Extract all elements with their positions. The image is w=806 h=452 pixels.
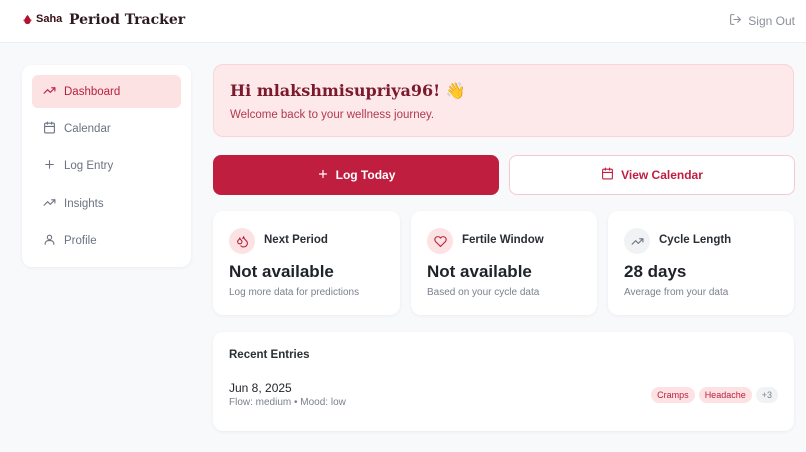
stat-title: Cycle Length (659, 234, 732, 246)
calendar-icon (43, 121, 56, 137)
stat-value: Not available (427, 262, 532, 281)
log-today-label: Log Today (335, 168, 396, 182)
stat-note: Based on your cycle data (427, 287, 540, 298)
entry-meta: Flow: medium • Mood: low (229, 397, 346, 408)
recent-entries-title: Recent Entries (229, 349, 310, 361)
recent-entries-card: Recent Entries Jun 8, 2025 Flow: medium … (213, 332, 794, 431)
sidebar-item-calendar[interactable]: Calendar (32, 112, 181, 145)
stat-note: Log more data for predictions (229, 287, 360, 298)
sidebar-item-profile[interactable]: Profile (32, 225, 181, 258)
welcome-title: Hi mlakshmisupriya96! 👋 (230, 81, 466, 100)
trending-up-icon (43, 196, 56, 212)
next-period-card: Next Period Not available Log more data … (213, 211, 400, 315)
fertile-window-card: Fertile Window Not available Based on yo… (411, 211, 597, 315)
view-calendar-label: View Calendar (621, 168, 703, 182)
stat-value: Not available (229, 262, 334, 281)
stat-value: 28 days (624, 262, 687, 281)
sidebar: Dashboard Calendar Log Entry Insights Pr… (22, 65, 191, 267)
sidebar-item-label: Dashboard (64, 85, 121, 98)
sign-out-label: Sign Out (748, 14, 795, 28)
symptom-tag: Cramps (651, 387, 695, 403)
entry-date: Jun 8, 2025 (229, 381, 292, 395)
heart-icon (427, 228, 453, 254)
more-tags-badge: +3 (755, 387, 778, 403)
sidebar-item-insights[interactable]: Insights (32, 187, 181, 220)
drop-icon (22, 14, 33, 25)
sidebar-item-label: Calendar (64, 122, 111, 135)
sidebar-item-log-entry[interactable]: Log Entry (32, 150, 181, 183)
view-calendar-button[interactable]: View Calendar (509, 155, 795, 195)
sign-out-button[interactable]: Sign Out (729, 13, 795, 29)
brand-logo[interactable]: Saha (22, 13, 62, 25)
app-title: Period Tracker (69, 12, 186, 28)
logo-text: Saha (36, 13, 63, 25)
user-icon (43, 233, 56, 249)
sidebar-item-label: Profile (64, 235, 97, 248)
trending-up-icon (624, 228, 650, 254)
log-out-icon (729, 13, 742, 29)
sidebar-item-dashboard[interactable]: Dashboard (32, 75, 181, 108)
symptom-tag: Headache (698, 387, 752, 403)
top-header: Saha Period Tracker Sign Out (0, 0, 806, 43)
plus-icon (317, 168, 329, 183)
welcome-banner: Hi mlakshmisupriya96! 👋 Welcome back to … (213, 64, 794, 137)
entry-tags: Cramps Headache +3 (651, 387, 778, 403)
sidebar-item-label: Log Entry (64, 160, 114, 173)
plus-icon (43, 158, 56, 174)
trending-up-icon (43, 84, 56, 100)
calendar-icon (601, 167, 614, 183)
stat-note: Average from your data (624, 287, 729, 298)
droplets-icon (229, 228, 255, 254)
stat-title: Fertile Window (462, 234, 544, 246)
cycle-length-card: Cycle Length 28 days Average from your d… (608, 211, 794, 315)
sidebar-item-label: Insights (64, 197, 104, 210)
stat-title: Next Period (264, 234, 328, 246)
welcome-subtitle: Welcome back to your wellness journey. (230, 109, 435, 121)
log-today-button[interactable]: Log Today (213, 155, 499, 195)
